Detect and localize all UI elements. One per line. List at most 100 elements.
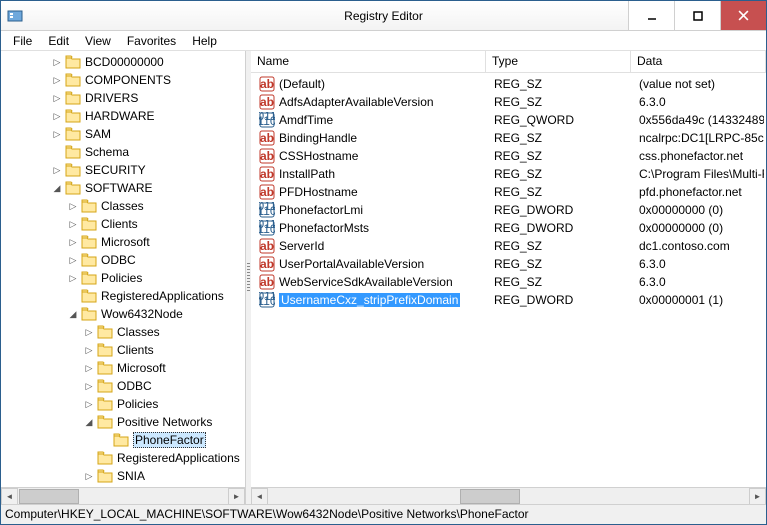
tree-label[interactable]: Clients [117, 343, 154, 357]
maximize-button[interactable] [674, 1, 720, 30]
value-row[interactable]: abUserPortalAvailableVersionREG_SZ6.3.0 [253, 255, 764, 273]
menu-help[interactable]: Help [184, 32, 225, 50]
column-name[interactable]: Name [251, 51, 486, 72]
tree-node[interactable]: ▷ Classes [3, 323, 243, 341]
expander-icon[interactable]: ▷ [67, 236, 79, 248]
tree-label[interactable]: COMPONENTS [85, 73, 171, 87]
tree-label[interactable]: SECURITY [85, 163, 146, 177]
expander-icon[interactable]: ▷ [51, 164, 63, 176]
tree-node[interactable]: ▷ SNIA [3, 467, 243, 485]
value-row[interactable]: abInstallPathREG_SZC:\Program Files\Mult… [253, 165, 764, 183]
expander-icon[interactable]: ▷ [83, 398, 95, 410]
tree-node[interactable]: ▷ COMPONENTS [3, 71, 243, 89]
value-row[interactable]: 011110UsernameCxz_stripPrefixDomainREG_D… [253, 291, 764, 309]
tree-node[interactable]: ▷ Clients [3, 341, 243, 359]
value-row[interactable]: abServerIdREG_SZdc1.contoso.com [253, 237, 764, 255]
tree-node[interactable]: ◢ SOFTWARE [3, 179, 243, 197]
tree-node[interactable]: ▷BCD00000000 [3, 53, 243, 71]
expander-icon[interactable]: ▷ [83, 344, 95, 356]
tree-node[interactable]: PhoneFactor [3, 431, 243, 449]
tree-scrollbar[interactable]: ◄ ► [1, 487, 245, 504]
value-row[interactable]: 011110PhonefactorMstsREG_DWORD0x00000000… [253, 219, 764, 237]
tree-label[interactable]: Schema [85, 145, 129, 159]
tree-node[interactable]: ◢ Positive Networks [3, 413, 243, 431]
tree-label[interactable]: Microsoft [101, 235, 150, 249]
scroll-right-button[interactable]: ► [228, 488, 245, 505]
tree-node[interactable]: RegisteredApplications [3, 449, 243, 467]
tree-node[interactable]: RegisteredApplications [3, 287, 243, 305]
expander-icon[interactable]: ▷ [67, 254, 79, 266]
expander-icon[interactable]: ◢ [67, 308, 79, 320]
value-row[interactable]: abCSSHostnameREG_SZcss.phonefactor.net [253, 147, 764, 165]
value-row[interactable]: ab(Default)REG_SZ(value not set) [253, 75, 764, 93]
expander-icon[interactable]: ▷ [83, 380, 95, 392]
expander-icon[interactable]: ▷ [83, 470, 95, 482]
expander-icon[interactable]: ◢ [51, 182, 63, 194]
value-row[interactable]: abWebServiceSdkAvailableVersionREG_SZ6.3… [253, 273, 764, 291]
tree-node[interactable]: ▷ Microsoft [3, 233, 243, 251]
value-row[interactable]: abPFDHostnameREG_SZpfd.phonefactor.net [253, 183, 764, 201]
menu-favorites[interactable]: Favorites [119, 32, 184, 50]
tree-node[interactable]: ▷ Classes [3, 197, 243, 215]
value-row[interactable]: abBindingHandleREG_SZncalrpc:DC1[LRPC-85… [253, 129, 764, 147]
expander-icon[interactable]: ▷ [51, 92, 63, 104]
registry-tree[interactable]: ▷BCD00000000▷COMPONENTS▷DRIVERS▷HARDWARE… [1, 51, 245, 487]
scroll-left-button[interactable]: ◄ [1, 488, 18, 505]
tree-label[interactable]: Clients [101, 217, 138, 231]
expander-icon[interactable]: ▷ [51, 110, 63, 122]
tree-node[interactable]: ◢ Wow6432Node [3, 305, 243, 323]
expander-icon[interactable]: ▷ [67, 200, 79, 212]
menu-edit[interactable]: Edit [40, 32, 77, 50]
values-scrollbar[interactable]: ◄ ► [251, 487, 766, 504]
tree-node[interactable]: ▷ Policies [3, 269, 243, 287]
expander-icon[interactable] [83, 452, 95, 464]
minimize-button[interactable] [628, 1, 674, 30]
tree-node[interactable]: ▷ HARDWARE [3, 107, 243, 125]
tree-node[interactable]: ▷ Policies [3, 395, 243, 413]
tree-label[interactable]: SAM [85, 127, 111, 141]
value-row[interactable]: 011110AmdfTimeREG_QWORD0x556da49c (14332… [253, 111, 764, 129]
tree-node[interactable]: ▷ SAM [3, 125, 243, 143]
tree-node[interactable]: ▷ DRIVERS [3, 89, 243, 107]
expander-icon[interactable]: ▷ [51, 128, 63, 140]
tree-label[interactable]: Classes [117, 325, 160, 339]
scroll-left-button[interactable]: ◄ [251, 488, 268, 505]
expander-icon[interactable]: ▷ [83, 326, 95, 338]
tree-label[interactable]: SNIA [117, 469, 145, 483]
tree-label[interactable]: ODBC [101, 253, 136, 267]
tree-node[interactable]: ▷ Clients [3, 215, 243, 233]
tree-node[interactable]: ▷ ODBC [3, 377, 243, 395]
expander-icon[interactable]: ◢ [83, 416, 95, 428]
values-list[interactable]: ab(Default)REG_SZ(value not set)abAdfsAd… [251, 73, 766, 487]
expander-icon[interactable] [67, 290, 79, 302]
tree-label[interactable]: Policies [117, 397, 158, 411]
tree-label[interactable]: Positive Networks [117, 415, 212, 429]
column-type[interactable]: Type [486, 51, 631, 72]
menu-file[interactable]: File [5, 32, 40, 50]
tree-label[interactable]: RegisteredApplications [101, 289, 224, 303]
tree-label[interactable]: ODBC [117, 379, 152, 393]
tree-node[interactable]: ▷ Microsoft [3, 359, 243, 377]
column-data[interactable]: Data [631, 51, 766, 72]
expander-icon[interactable]: ▷ [67, 218, 79, 230]
tree-label[interactable]: Microsoft [117, 361, 166, 375]
expander-icon[interactable]: ▷ [83, 362, 95, 374]
tree-label[interactable]: DRIVERS [85, 91, 138, 105]
expander-icon[interactable]: ▷ [67, 272, 79, 284]
tree-label[interactable]: PhoneFactor [133, 432, 206, 448]
close-button[interactable] [720, 1, 766, 30]
tree-node[interactable]: ▷ ODBC [3, 251, 243, 269]
expander-icon[interactable]: ▷ [51, 74, 63, 86]
tree-label[interactable]: Policies [101, 271, 142, 285]
expander-icon[interactable]: ▷ [51, 56, 63, 68]
scroll-right-button[interactable]: ► [749, 488, 766, 505]
tree-label[interactable]: RegisteredApplications [117, 451, 240, 465]
tree-label[interactable]: Wow6432Node [101, 307, 183, 321]
value-row[interactable]: abAdfsAdapterAvailableVersionREG_SZ6.3.0 [253, 93, 764, 111]
list-header[interactable]: Name Type Data [251, 51, 766, 73]
menu-view[interactable]: View [77, 32, 119, 50]
tree-label[interactable]: HARDWARE [85, 109, 155, 123]
value-row[interactable]: 011110PhonefactorLmiREG_DWORD0x00000000 … [253, 201, 764, 219]
tree-label[interactable]: SOFTWARE [85, 181, 153, 195]
tree-label[interactable]: Classes [101, 199, 144, 213]
